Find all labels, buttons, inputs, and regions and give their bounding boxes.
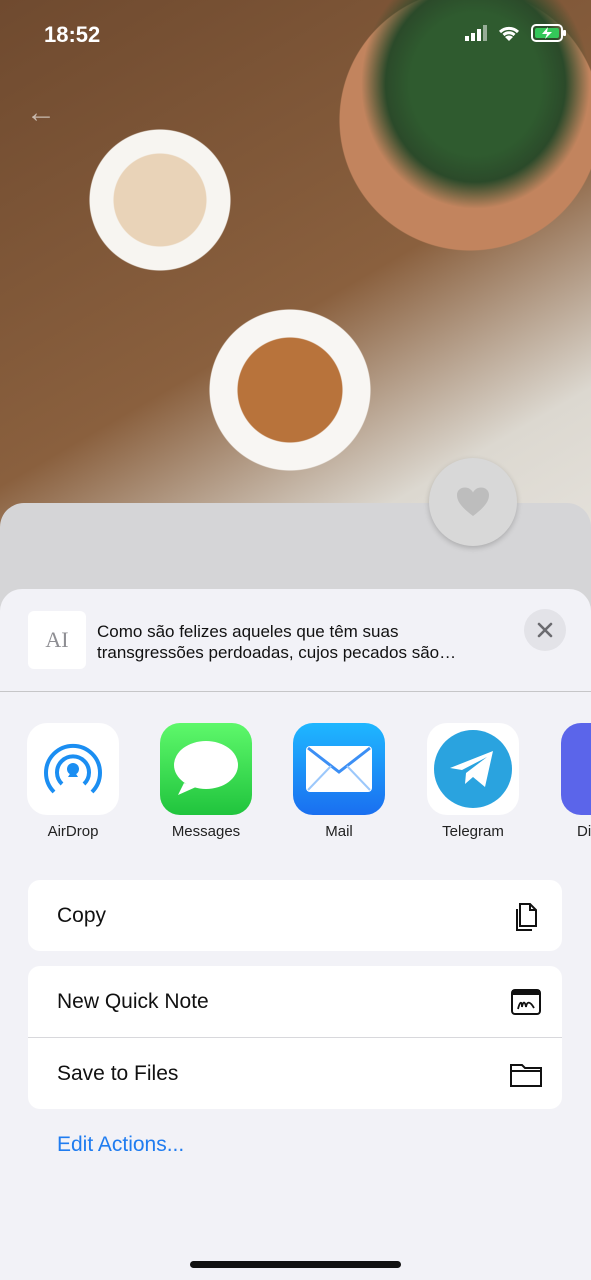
favorite-button[interactable]	[429, 458, 517, 546]
wifi-icon	[498, 26, 520, 41]
edit-actions-link[interactable]: Edit Actions...	[57, 1133, 184, 1157]
app-airdrop[interactable]: AirDrop	[27, 723, 119, 840]
copy-action[interactable]: Copy	[28, 880, 562, 951]
copy-label: Copy	[57, 903, 107, 927]
close-icon	[537, 622, 553, 638]
app-label: Telegram	[442, 823, 504, 840]
discord-icon	[561, 723, 591, 815]
actions-group: New Quick Note Save to Files	[28, 966, 562, 1109]
heart-icon	[457, 487, 489, 516]
save-to-files-label: Save to Files	[57, 1061, 179, 1085]
new-quick-note-label: New Quick Note	[57, 989, 209, 1013]
app-mail[interactable]: Mail	[293, 723, 385, 840]
home-indicator	[190, 1261, 401, 1268]
mail-icon	[293, 723, 385, 815]
app-label: Messages	[171, 823, 241, 840]
app-row: AirDrop Messages Mail Telegram Di	[0, 723, 591, 853]
app-messages[interactable]: Messages	[160, 723, 252, 840]
quick-note-icon	[511, 989, 541, 1015]
folder-icon	[510, 1064, 542, 1087]
app-discord[interactable]: Di	[561, 723, 591, 840]
battery-charging-icon	[531, 24, 566, 42]
back-arrow-icon[interactable]: ←	[26, 96, 56, 130]
messages-icon	[160, 723, 252, 815]
cellular-signal-icon	[465, 25, 487, 41]
status-bar: 18:52	[0, 0, 591, 70]
share-preview-text: Como são felizes aqueles que têm suas tr…	[97, 622, 457, 662]
copy-icon	[516, 903, 537, 931]
app-label: Mail	[325, 823, 353, 840]
save-to-files-action[interactable]: Save to Files	[28, 1037, 562, 1109]
app-telegram[interactable]: Telegram	[427, 723, 519, 840]
share-header: AI Como são felizes aqueles que têm suas…	[0, 589, 591, 692]
text-document-icon: AI	[28, 611, 86, 669]
copy-group: Copy	[28, 880, 562, 951]
thumb-glyph: AI	[45, 627, 69, 652]
telegram-icon	[427, 723, 519, 815]
app-label: Di	[577, 823, 591, 840]
airdrop-icon	[27, 723, 119, 815]
status-icons	[465, 24, 567, 42]
app-label: AirDrop	[47, 823, 99, 840]
new-quick-note-action[interactable]: New Quick Note	[28, 966, 562, 1037]
clock: 18:52	[44, 22, 101, 47]
share-sheet: AI Como são felizes aqueles que têm suas…	[0, 589, 591, 1280]
close-button[interactable]	[524, 609, 566, 651]
